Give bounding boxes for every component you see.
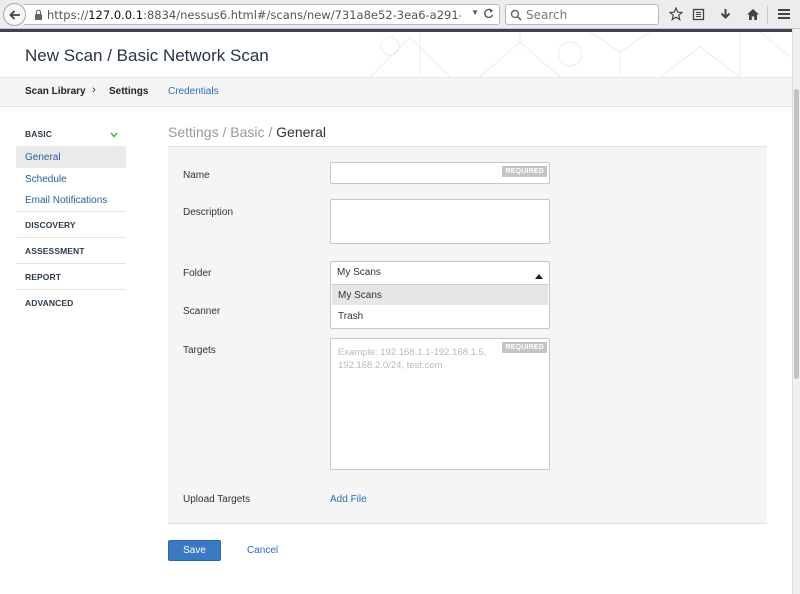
sidebar-section-advanced[interactable]: ADVANCED — [16, 290, 126, 316]
header-decoration — [369, 32, 791, 77]
sidebar-section-basic[interactable]: BASIC — [16, 122, 126, 146]
sidebar-item-general[interactable]: General — [16, 146, 126, 168]
targets-label: Targets — [183, 345, 216, 356]
add-file-link[interactable]: Add File — [330, 494, 367, 505]
home-icon[interactable] — [745, 6, 761, 22]
sidebar-section-label: BASIC — [25, 129, 52, 139]
settings-sidebar: BASIC General Schedule Email Notificatio… — [16, 122, 126, 316]
required-badge: REQUIRED — [502, 166, 547, 177]
crumb-general: General — [276, 124, 326, 140]
back-arrow-icon — [8, 9, 21, 21]
chevron-down-icon — [110, 130, 118, 140]
url-path: :8834/nessus6.html#/scans/new/731a8e52-3… — [143, 7, 461, 22]
back-button[interactable] — [3, 3, 26, 26]
sidebar-item-email-notifications[interactable]: Email Notifications — [16, 190, 126, 212]
search-bar[interactable]: Search — [505, 4, 659, 25]
url-text: https://127.0.0.1:8834/nessus6.html#/sca… — [47, 8, 461, 22]
sub-navigation: Scan Library › Settings Credentials — [0, 77, 792, 107]
crumb-settings: Settings — [168, 124, 219, 140]
page-title: New Scan / Basic Network Scan — [25, 46, 269, 65]
url-scheme: https:// — [47, 7, 89, 22]
search-icon — [510, 9, 522, 21]
breadcrumb-settings[interactable]: Settings — [109, 86, 148, 97]
page-header: New Scan / Basic Network Scan — [0, 29, 792, 77]
folder-selected-value: My Scans — [337, 267, 381, 278]
url-bar[interactable]: https://127.0.0.1:8834/nessus6.html#/sca… — [24, 4, 500, 25]
cancel-button[interactable]: Cancel — [247, 545, 278, 556]
sidebar-section-report[interactable]: REPORT — [16, 264, 126, 290]
reload-icon[interactable] — [482, 7, 495, 23]
bookmark-star-icon[interactable] — [668, 6, 684, 22]
breadcrumb-separator: › — [92, 84, 96, 96]
name-label: Name — [183, 170, 210, 181]
crumb-basic: Basic — [230, 124, 265, 140]
scanner-label: Scanner — [183, 306, 221, 317]
sidebar-item-schedule[interactable]: Schedule — [16, 168, 126, 190]
scrollbar-thumb[interactable] — [794, 89, 799, 379]
sidebar-section-discovery[interactable]: DISCOVERY — [16, 212, 126, 238]
download-icon[interactable] — [717, 6, 733, 22]
upload-targets-label: Upload Targets — [183, 494, 251, 505]
required-badge: REQUIRED — [502, 342, 547, 353]
crumb-separator: / — [264, 124, 277, 140]
browser-toolbar: https://127.0.0.1:8834/nessus6.html#/sca… — [0, 0, 800, 29]
targets-field[interactable]: Example: 192.168.1.1-192.168.1.5, 192.16… — [330, 338, 550, 470]
lock-icon — [34, 9, 43, 20]
search-input[interactable]: Search — [526, 8, 567, 22]
crumb-separator: / — [218, 124, 231, 140]
reading-list-icon[interactable] — [690, 6, 706, 22]
breadcrumb-scan-library[interactable]: Scan Library — [25, 86, 86, 97]
folder-select[interactable]: My Scans My Scans Trash — [330, 261, 550, 329]
description-label: Description — [183, 207, 234, 218]
page-scrollbar[interactable] — [792, 29, 800, 594]
tab-credentials[interactable]: Credentials — [168, 86, 219, 97]
dropdown-icon[interactable]: ▼ — [471, 8, 479, 17]
description-field[interactable] — [330, 199, 550, 244]
menu-icon[interactable] — [776, 6, 792, 22]
targets-placeholder: Example: 192.168.1.1-192.168.1.5, 192.16… — [338, 347, 487, 371]
name-field[interactable]: REQUIRED — [330, 162, 550, 184]
folder-label: Folder — [183, 268, 212, 279]
toolbar-divider — [767, 5, 768, 24]
url-host: 127.0.0.1 — [88, 7, 144, 22]
caret-up-icon — [535, 270, 543, 282]
folder-option-my-scans[interactable]: My Scans — [332, 285, 548, 305]
sidebar-section-assessment[interactable]: ASSESSMENT — [16, 238, 126, 264]
save-button[interactable]: Save — [168, 540, 221, 561]
folder-option-trash[interactable]: Trash — [332, 306, 548, 326]
settings-breadcrumb: Settings / Basic / General — [168, 124, 326, 140]
